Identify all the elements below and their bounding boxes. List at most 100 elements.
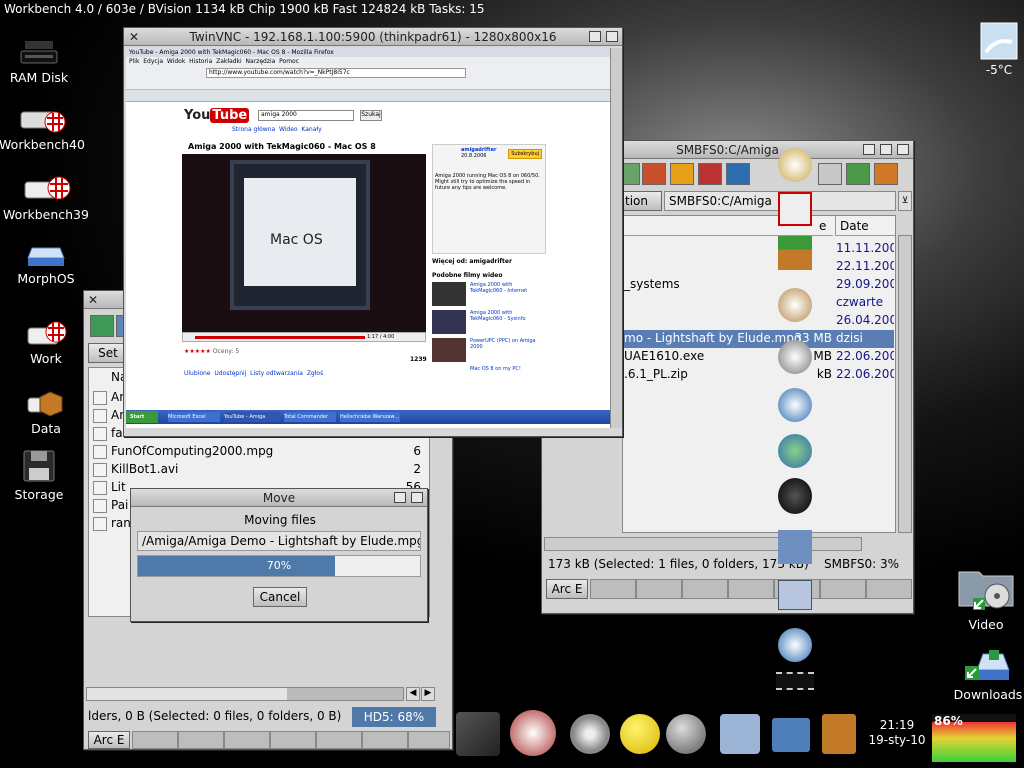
youtube-logo[interactable]: You Tube [184, 108, 250, 123]
dock-item-archive[interactable] [822, 714, 856, 754]
desktop-icon-video[interactable]: Video [938, 558, 1024, 632]
dock-item-download[interactable] [778, 236, 812, 270]
dock-item-zoom[interactable] [778, 340, 812, 374]
vnc-vertical-scrollbar[interactable] [610, 48, 622, 428]
dock-item-cd[interactable] [570, 714, 610, 754]
scroll-right-button[interactable]: ▶ [421, 687, 435, 701]
search-icon[interactable] [818, 163, 842, 185]
dock-item-dvplayer[interactable] [456, 712, 500, 756]
dock-item-drive[interactable] [778, 530, 812, 564]
menu-item[interactable]: Zakładki [216, 58, 242, 65]
remote-desktop[interactable]: YouTube - Amiga 2000 with TekMagic060 - … [126, 48, 610, 428]
zoom-icon[interactable] [394, 492, 406, 503]
action-link[interactable]: Ulubione [184, 370, 211, 377]
taskbar-item[interactable]: YouTube - Amiga 200... [224, 412, 280, 422]
weather-widget[interactable]: -5°C [978, 22, 1020, 77]
dock-item-ftp[interactable] [778, 388, 812, 422]
checkbox[interactable] [93, 480, 107, 495]
arc-button[interactable]: Arc E [88, 731, 130, 749]
desktop-icon-ram-disk[interactable]: RAM Disk [0, 37, 87, 85]
table-row[interactable]: _systems 29.09.200 [622, 276, 894, 294]
desktop-icon-morphos[interactable]: MorphOS [0, 240, 94, 286]
close-icon[interactable]: ✕ [129, 28, 139, 46]
search-input[interactable]: amiga 2000 [258, 110, 354, 121]
scroll-left-button[interactable]: ◀ [406, 687, 420, 701]
nav-link[interactable]: Wideo [279, 126, 298, 133]
edit-icon[interactable] [670, 163, 694, 185]
related-item[interactable]: Amiga 2000 with TekMagic060 - Sysinfo [432, 310, 546, 338]
table-row[interactable]: czwarte [622, 294, 894, 312]
action-link[interactable]: Udostępnij [214, 370, 246, 377]
desktop-icon-work[interactable]: Work [0, 318, 94, 366]
arc-button[interactable]: Arc E [546, 579, 588, 599]
dock-item-installer[interactable] [720, 714, 760, 754]
menu-item[interactable]: Edycja [143, 58, 163, 65]
checkbox[interactable] [93, 498, 107, 513]
scrollbar-thumb[interactable] [87, 688, 287, 700]
more-from[interactable]: Więcej od: amigadrifter [432, 258, 512, 265]
dock-item-media[interactable] [510, 710, 556, 756]
url-field[interactable]: http://www.youtube.com/watch?v=_NkPtJ8i5… [206, 68, 466, 78]
cpu-meter[interactable]: 86% [932, 714, 1016, 762]
desktop-icon-workbench40[interactable]: Workbench40 [0, 104, 90, 152]
table-row[interactable]: 26.04.200 [622, 312, 894, 330]
related-item[interactable]: PowerUPC (PPC) on Amiga 2000 [432, 338, 546, 366]
menu-item[interactable]: Widok [167, 58, 185, 65]
zoom-icon[interactable] [880, 144, 892, 155]
desktop-icon-downloads[interactable]: Downloads [940, 646, 1024, 702]
close-icon[interactable]: ✕ [88, 291, 98, 309]
subscribe-button[interactable]: Subskrybuj [508, 149, 542, 159]
table-row[interactable]: UAE1610.exe MB 22.06.200 [622, 348, 894, 366]
depth-icon[interactable] [863, 144, 875, 155]
checkbox[interactable] [93, 390, 107, 405]
vnc-titlebar[interactable]: ✕ TwinVNC - 192.168.1.100:5900 (thinkpad… [124, 28, 622, 46]
menu-item[interactable]: Narzędzia [246, 58, 276, 65]
dock-item-demon[interactable] [778, 478, 812, 514]
table-row[interactable]: 22.11.200 [622, 258, 894, 276]
nav-link[interactable]: Strona główna [232, 126, 275, 133]
video-player[interactable]: Mac OS [182, 154, 426, 332]
table-row[interactable]: 11.11.200 [622, 240, 894, 258]
depth-icon[interactable] [606, 31, 618, 42]
toolbar-icon[interactable] [874, 163, 898, 185]
toolbar-icon[interactable] [642, 163, 666, 185]
cancel-button[interactable]: Cancel [253, 587, 307, 607]
checkbox[interactable] [93, 444, 107, 459]
checkbox[interactable] [93, 426, 107, 441]
action-button[interactable]: tion [622, 191, 662, 211]
action-link[interactable]: Listy odtwarzania [250, 370, 303, 377]
dock-item-ib[interactable] [666, 714, 706, 754]
dock-item-folder[interactable] [772, 718, 810, 752]
table-row[interactable]: .6.1_PL.zip kB 22.06.200 [622, 366, 894, 384]
table-row[interactable]: mo - Lightshaft by Elude.mpg 33 MB dzisi [622, 330, 894, 348]
desktop-icon-workbench39[interactable]: Workbench39 [0, 172, 94, 222]
search-button[interactable]: Szukaj [360, 110, 382, 121]
taskbar-item[interactable]: Microsoft Excel [168, 412, 220, 422]
column-header-date[interactable]: Date [835, 216, 895, 236]
list-item[interactable]: FunOfComputing2000.mpg 6 [89, 444, 429, 462]
desktop-icon-data[interactable]: Data [0, 386, 94, 436]
toolbar-icon[interactable] [622, 163, 640, 185]
related-item[interactable]: Amiga 2000 with TekMagic060 - Internet [432, 282, 546, 310]
checkbox[interactable] [93, 516, 107, 531]
nav-link[interactable]: Kanały [301, 126, 321, 133]
move-dialog-titlebar[interactable]: Move [131, 489, 427, 507]
start-button[interactable]: Start [126, 411, 158, 423]
taskbar-item[interactable]: Hellschriebe Warszaw... [340, 412, 400, 422]
horizontal-scrollbar[interactable] [544, 537, 862, 551]
dock-item-amiga[interactable] [778, 192, 812, 226]
vertical-scrollbar[interactable] [898, 235, 912, 533]
progress-track[interactable] [195, 336, 365, 339]
dock-item-chip[interactable] [776, 672, 814, 690]
menu-item[interactable]: Plik [129, 58, 139, 65]
menu-item[interactable]: Historia [189, 58, 212, 65]
dock-item-os4[interactable] [778, 580, 812, 610]
list-item[interactable]: KillBot1.avi 2 [89, 462, 429, 480]
dock-item-sync[interactable] [778, 434, 812, 468]
dock-item-settings[interactable] [778, 148, 812, 182]
dock-item-search[interactable] [778, 288, 812, 322]
path-dropdown-button[interactable]: ⊻ [898, 191, 912, 211]
action-link[interactable]: Zgłoś [307, 370, 323, 377]
refresh-icon[interactable] [846, 163, 870, 185]
menu-item[interactable]: Pomoc [279, 58, 299, 65]
